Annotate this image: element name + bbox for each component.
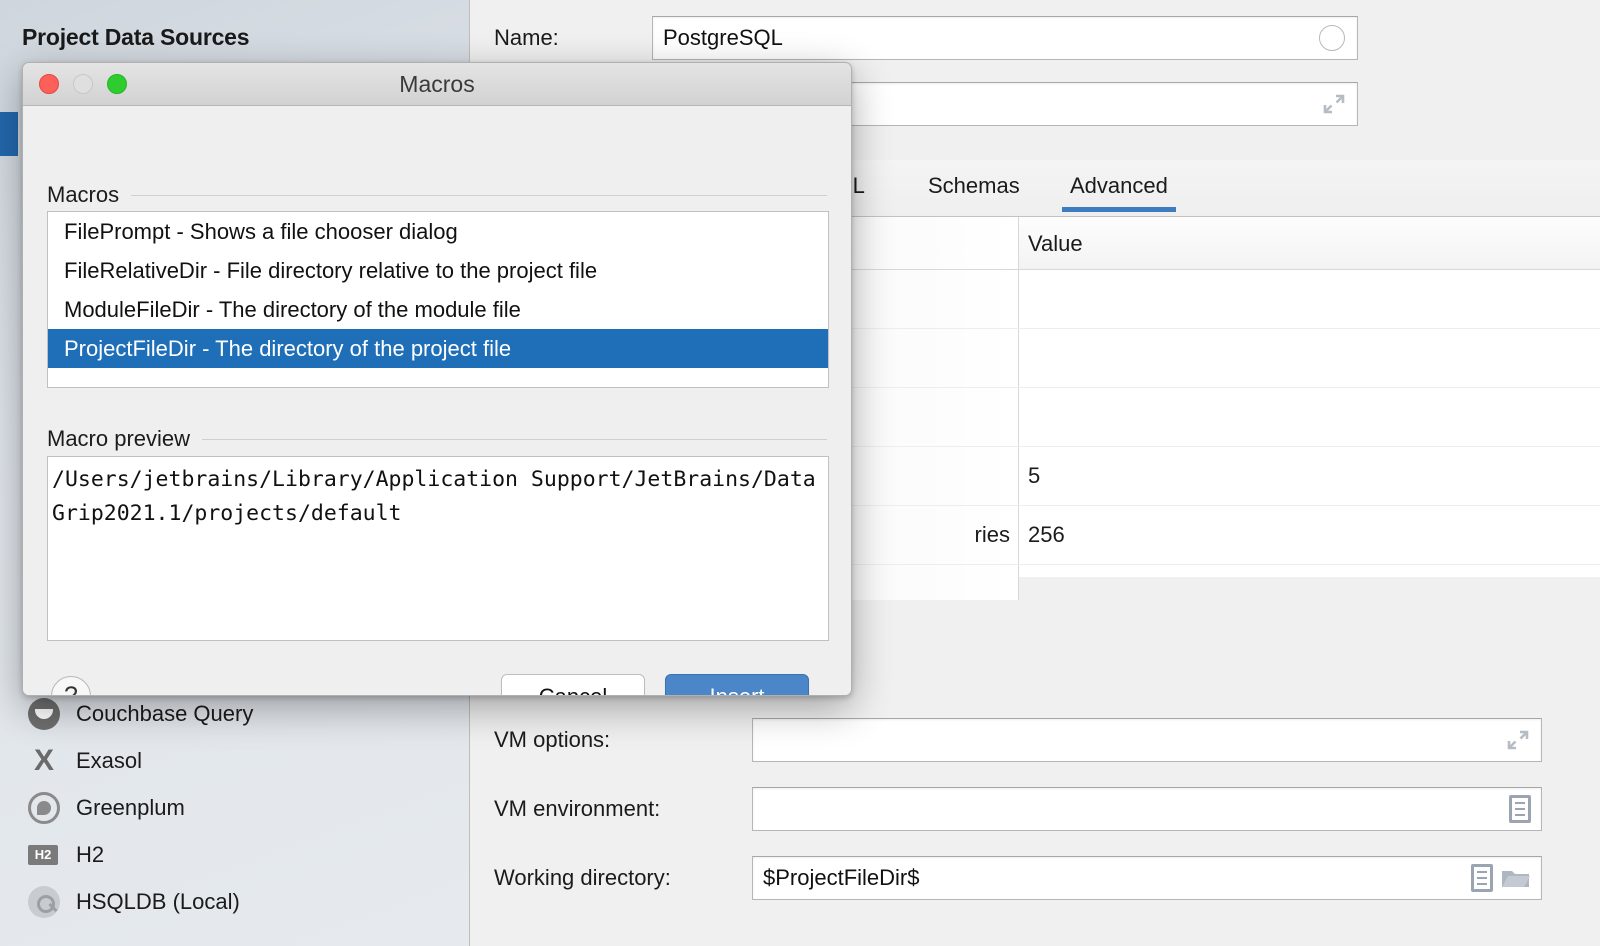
vm-environment-row: VM environment:: [494, 787, 1542, 831]
expand-icon[interactable]: [1321, 91, 1347, 117]
tab-schemas[interactable]: Schemas: [928, 173, 1020, 199]
list-item-selected[interactable]: ProjectFileDir - The directory of the pr…: [48, 329, 828, 368]
divider: [131, 195, 827, 196]
working-directory-icons: [1471, 864, 1531, 892]
macros-group-header: Macros: [47, 182, 827, 208]
couchbase-icon: [28, 698, 60, 730]
sidebar-item-greenplum[interactable]: Greenplum: [0, 784, 470, 831]
dialog-title: Macros: [23, 71, 851, 98]
table-cell-value: 5: [1028, 463, 1040, 489]
sidebar-selection-indicator: [0, 112, 18, 156]
table-cell-value: 256: [1028, 522, 1065, 548]
name-field-label: Name:: [494, 25, 652, 51]
vm-environment-label: VM environment:: [494, 796, 752, 822]
sidebar-item-exasol[interactable]: X Exasol: [0, 737, 470, 784]
macro-preview-box: /Users/jetbrains/Library/Application Sup…: [47, 456, 829, 641]
h2-icon: H2: [28, 839, 60, 871]
list-item[interactable]: FileRelativeDir - File directory relativ…: [48, 251, 828, 290]
lines-icon[interactable]: [1509, 795, 1531, 823]
divider: [202, 439, 827, 440]
sidebar-item-label: HSQLDB (Local): [76, 889, 240, 915]
page-title: Project Data Sources: [22, 24, 249, 51]
vm-options-row: VM options:: [494, 718, 1542, 762]
name-input[interactable]: PostgreSQL: [652, 16, 1358, 60]
circle-icon: [1319, 25, 1345, 51]
preview-group-header: Macro preview: [47, 426, 827, 452]
working-directory-row: Working directory: $ProjectFileDir$: [494, 856, 1542, 900]
list-item[interactable]: FilePrompt - Shows a file chooser dialog: [48, 212, 828, 251]
name-field-row: Name: PostgreSQL: [494, 16, 1358, 60]
macro-preview-text: /Users/jetbrains/Library/Application Sup…: [52, 463, 826, 531]
vm-options-label: VM options:: [494, 727, 752, 753]
vm-environment-input[interactable]: [752, 787, 1542, 831]
exasol-icon: X: [28, 745, 60, 777]
cancel-button[interactable]: Cancel: [501, 674, 645, 696]
sidebar-item-label: Couchbase Query: [76, 701, 253, 727]
dialog-body: Macros FilePrompt - Shows a file chooser…: [23, 106, 851, 696]
tab-advanced[interactable]: Advanced: [1070, 173, 1168, 199]
sidebar-item-label: H2: [76, 842, 104, 868]
greenplum-icon: [28, 792, 60, 824]
screen: Name: PostgreSQL: [0, 0, 1600, 946]
vm-options-input[interactable]: [752, 718, 1542, 762]
working-directory-label: Working directory:: [494, 865, 752, 891]
list-item[interactable]: ModuleFileDir - The directory of the mod…: [48, 290, 828, 329]
sidebar-item-hsqldb-local[interactable]: HSQLDB (Local): [0, 878, 470, 925]
macros-group-label: Macros: [47, 182, 119, 208]
preview-group-label: Macro preview: [47, 426, 190, 452]
lines-icon[interactable]: [1471, 864, 1493, 892]
help-button[interactable]: ?: [51, 676, 91, 696]
working-directory-input[interactable]: $ProjectFileDir$: [752, 856, 1542, 900]
name-input-value: PostgreSQL: [653, 25, 1319, 51]
macros-list[interactable]: FilePrompt - Shows a file chooser dialog…: [47, 211, 829, 388]
sidebar-item-couchbase-query[interactable]: Couchbase Query: [0, 690, 470, 737]
folder-icon[interactable]: [1501, 867, 1531, 889]
expand-icon[interactable]: [1505, 727, 1531, 753]
insert-button[interactable]: Insert: [665, 674, 809, 696]
hsqldb-icon: [28, 886, 60, 918]
sidebar-item-h2[interactable]: H2 H2: [0, 831, 470, 878]
data-source-list: Couchbase Query X Exasol Greenplum H2 H2: [0, 690, 470, 925]
working-directory-value: $ProjectFileDir$: [753, 865, 1471, 891]
column-header-value: Value: [1028, 231, 1083, 257]
sidebar-item-label: Greenplum: [76, 795, 185, 821]
sidebar-item-label: Exasol: [76, 748, 142, 774]
macros-dialog: Macros Macros FilePrompt - Shows a file …: [22, 62, 852, 696]
dialog-titlebar[interactable]: Macros: [23, 63, 851, 106]
